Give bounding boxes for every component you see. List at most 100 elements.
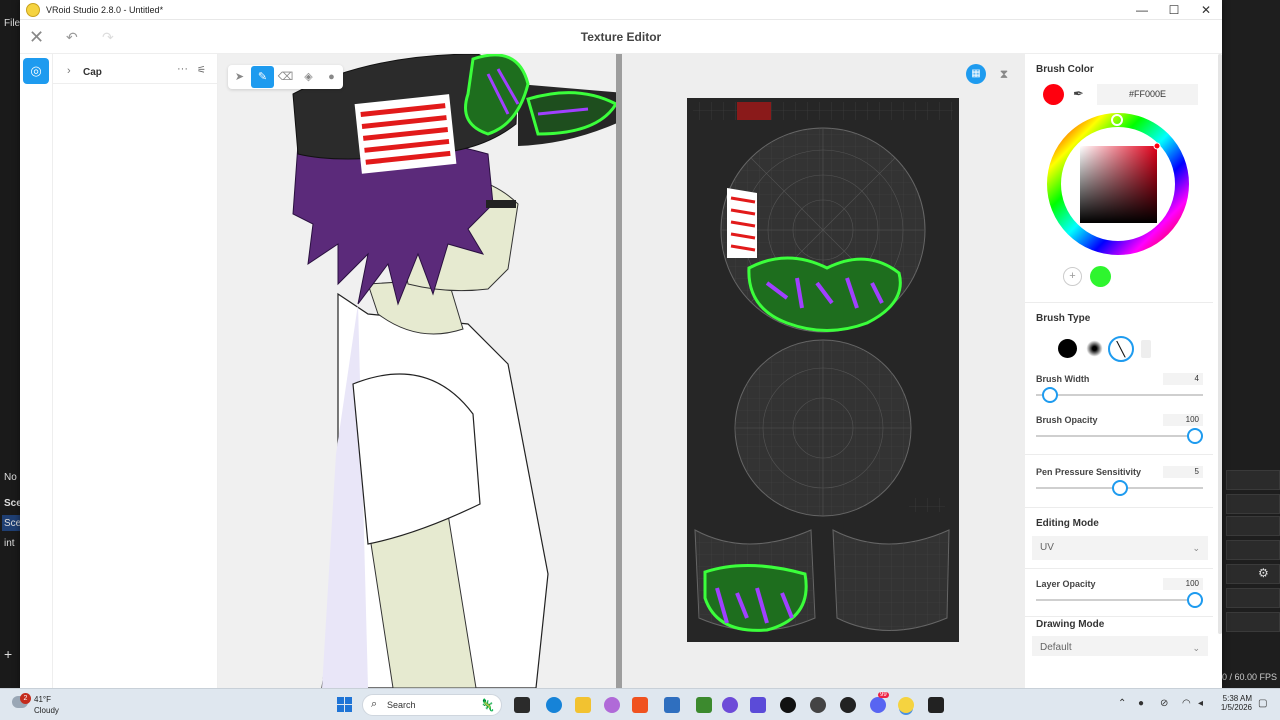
pen-pressure-value[interactable]: 5: [1163, 466, 1203, 478]
clock[interactable]: 5:38 AM 1/5/2026: [1216, 694, 1252, 712]
pen-tool-icon[interactable]: ✎: [251, 66, 274, 88]
terminal-icon[interactable]: [928, 697, 944, 713]
taskbar-search[interactable]: ⌕ Search 🦎: [362, 694, 502, 716]
window-title: VRoid Studio 2.8.0 - Untitled*: [46, 4, 164, 15]
editing-mode-select[interactable]: UV ⌄: [1032, 536, 1208, 560]
slider-thumb[interactable]: [1111, 480, 1128, 496]
twitch-icon[interactable]: [750, 697, 766, 713]
vroid-window: VRoid Studio 2.8.0 - Untitled* — ☐ ✕ ✕ ↶…: [20, 0, 1222, 688]
bg-menu-file[interactable]: File: [4, 18, 20, 29]
3d-viewport[interactable]: ➤ ✎ ⌫ ◈ ●: [218, 54, 616, 688]
maximize-icon[interactable]: ☐: [1158, 3, 1190, 17]
brush-color-heading: Brush Color: [1036, 64, 1094, 75]
steam-icon[interactable]: [840, 697, 856, 713]
task-view-icon[interactable]: [514, 697, 530, 713]
edge-icon[interactable]: [546, 697, 562, 713]
hex-input[interactable]: #FF000E: [1097, 84, 1198, 105]
vroid-app-icon: [26, 2, 40, 17]
mic-icon[interactable]: ●: [1138, 698, 1144, 709]
divider: [1025, 616, 1213, 617]
windows-start-icon[interactable]: [337, 697, 353, 713]
notification-icon[interactable]: ▢: [1258, 698, 1267, 709]
layer-list-icon[interactable]: ◎: [23, 58, 49, 84]
discord-badge: 99: [878, 692, 889, 698]
background-app-sidebar: File No Sce Sce int +: [0, 0, 22, 688]
chevron-right-icon[interactable]: ›: [67, 65, 71, 77]
close-window-icon[interactable]: ✕: [1190, 3, 1222, 17]
weather-badge: 2: [20, 693, 31, 704]
fill-tool-icon[interactable]: ◈: [297, 66, 320, 88]
dropper-tool-icon[interactable]: ●: [320, 66, 343, 88]
brush-opacity-value[interactable]: 100: [1163, 414, 1203, 426]
divider: [1025, 568, 1213, 569]
pen-brush-icon[interactable]: ╲: [1108, 336, 1134, 362]
layer-row[interactable]: › Cap ··· ⚟: [53, 62, 218, 84]
layer-opacity-value[interactable]: 100: [1163, 578, 1203, 590]
eyedropper-icon[interactable]: ✒: [1073, 86, 1084, 102]
drawing-mode-heading: Drawing Mode: [1036, 619, 1105, 630]
drawing-mode-select[interactable]: Default ⌄: [1032, 636, 1208, 656]
obs-icon[interactable]: [810, 697, 826, 713]
proton-vpn-icon[interactable]: [722, 697, 738, 713]
saved-color-swatch[interactable]: [1090, 266, 1111, 287]
search-placeholder: Search: [387, 700, 416, 710]
pen-pressure-slider[interactable]: [1036, 480, 1203, 496]
temperature: 41°F: [34, 695, 51, 704]
bg-item: No: [4, 472, 17, 483]
bg-strip: [1226, 540, 1280, 560]
clock-time: 5:38 AM: [1222, 694, 1252, 703]
tool-strip: ◎: [20, 54, 53, 688]
background-app-right-panel: ⚙: [1222, 0, 1280, 688]
draw-toolbar: ➤ ✎ ⌫ ◈ ●: [228, 65, 343, 89]
current-color-swatch[interactable]: [1043, 84, 1064, 105]
divider: [1025, 507, 1213, 508]
file-explorer-icon[interactable]: [575, 697, 591, 713]
brush-type-heading: Brush Type: [1036, 313, 1091, 324]
slider-thumb[interactable]: [1187, 428, 1203, 444]
add-color-icon[interactable]: +: [1063, 267, 1082, 286]
uv-viewport[interactable]: ▦ ⧗: [622, 54, 1024, 688]
panel-scrollbar[interactable]: [1218, 54, 1222, 634]
pen-pressure-label: Pen Pressure Sensitivity: [1036, 467, 1142, 477]
unreal-icon[interactable]: [780, 697, 796, 713]
mirror-toggle-icon[interactable]: ⧗: [994, 64, 1014, 84]
adjust-icon[interactable]: ⚟: [197, 65, 206, 76]
hard-brush-icon[interactable]: [1058, 339, 1077, 358]
select-tool-icon[interactable]: ➤: [228, 66, 251, 88]
speaker-icon[interactable]: ◂: [1198, 698, 1203, 709]
bg-item[interactable]: Sce: [4, 518, 21, 529]
slider-thumb[interactable]: [1187, 592, 1203, 608]
eraser-tool-icon[interactable]: ⌫: [274, 66, 297, 88]
bg-strip: [1226, 564, 1280, 584]
discord-icon[interactable]: [870, 697, 886, 713]
grid-toggle-icon[interactable]: ▦: [966, 64, 986, 84]
layer-opacity-label: Layer Opacity: [1036, 579, 1096, 589]
vroid-taskbar-icon[interactable]: [898, 697, 914, 713]
divider: [1025, 454, 1213, 455]
bg-add-icon[interactable]: +: [4, 646, 12, 662]
soft-brush-icon[interactable]: [1085, 339, 1104, 358]
store-icon[interactable]: [664, 697, 680, 713]
network-icon[interactable]: ⊘: [1160, 698, 1168, 709]
color-wheel[interactable]: [1046, 112, 1190, 256]
divider: [1025, 302, 1213, 303]
brush-width-value[interactable]: 4: [1163, 373, 1203, 385]
texture-brush-icon[interactable]: [1141, 340, 1151, 358]
minecraft-icon[interactable]: [696, 697, 712, 713]
chevron-up-icon[interactable]: ⌃: [1118, 698, 1126, 709]
chevron-down-icon: ⌄: [1192, 543, 1200, 553]
slider-thumb[interactable]: [1042, 387, 1059, 403]
bg-strip: [1226, 470, 1280, 490]
layer-panel: › Cap ··· ⚟: [53, 54, 218, 688]
character-model: [292, 54, 616, 688]
brush-opacity-slider[interactable]: [1036, 428, 1203, 444]
minimize-icon[interactable]: —: [1126, 3, 1158, 17]
copilot-icon[interactable]: [604, 697, 620, 713]
gear-icon[interactable]: ⚙: [1258, 566, 1269, 580]
search-highlight-icon: 🦎: [480, 698, 495, 712]
brave-icon[interactable]: [632, 697, 648, 713]
layer-opacity-slider[interactable]: [1036, 592, 1203, 608]
more-icon[interactable]: ···: [177, 63, 188, 75]
brush-width-slider[interactable]: [1036, 387, 1203, 403]
wifi-icon[interactable]: ◠: [1182, 698, 1191, 709]
